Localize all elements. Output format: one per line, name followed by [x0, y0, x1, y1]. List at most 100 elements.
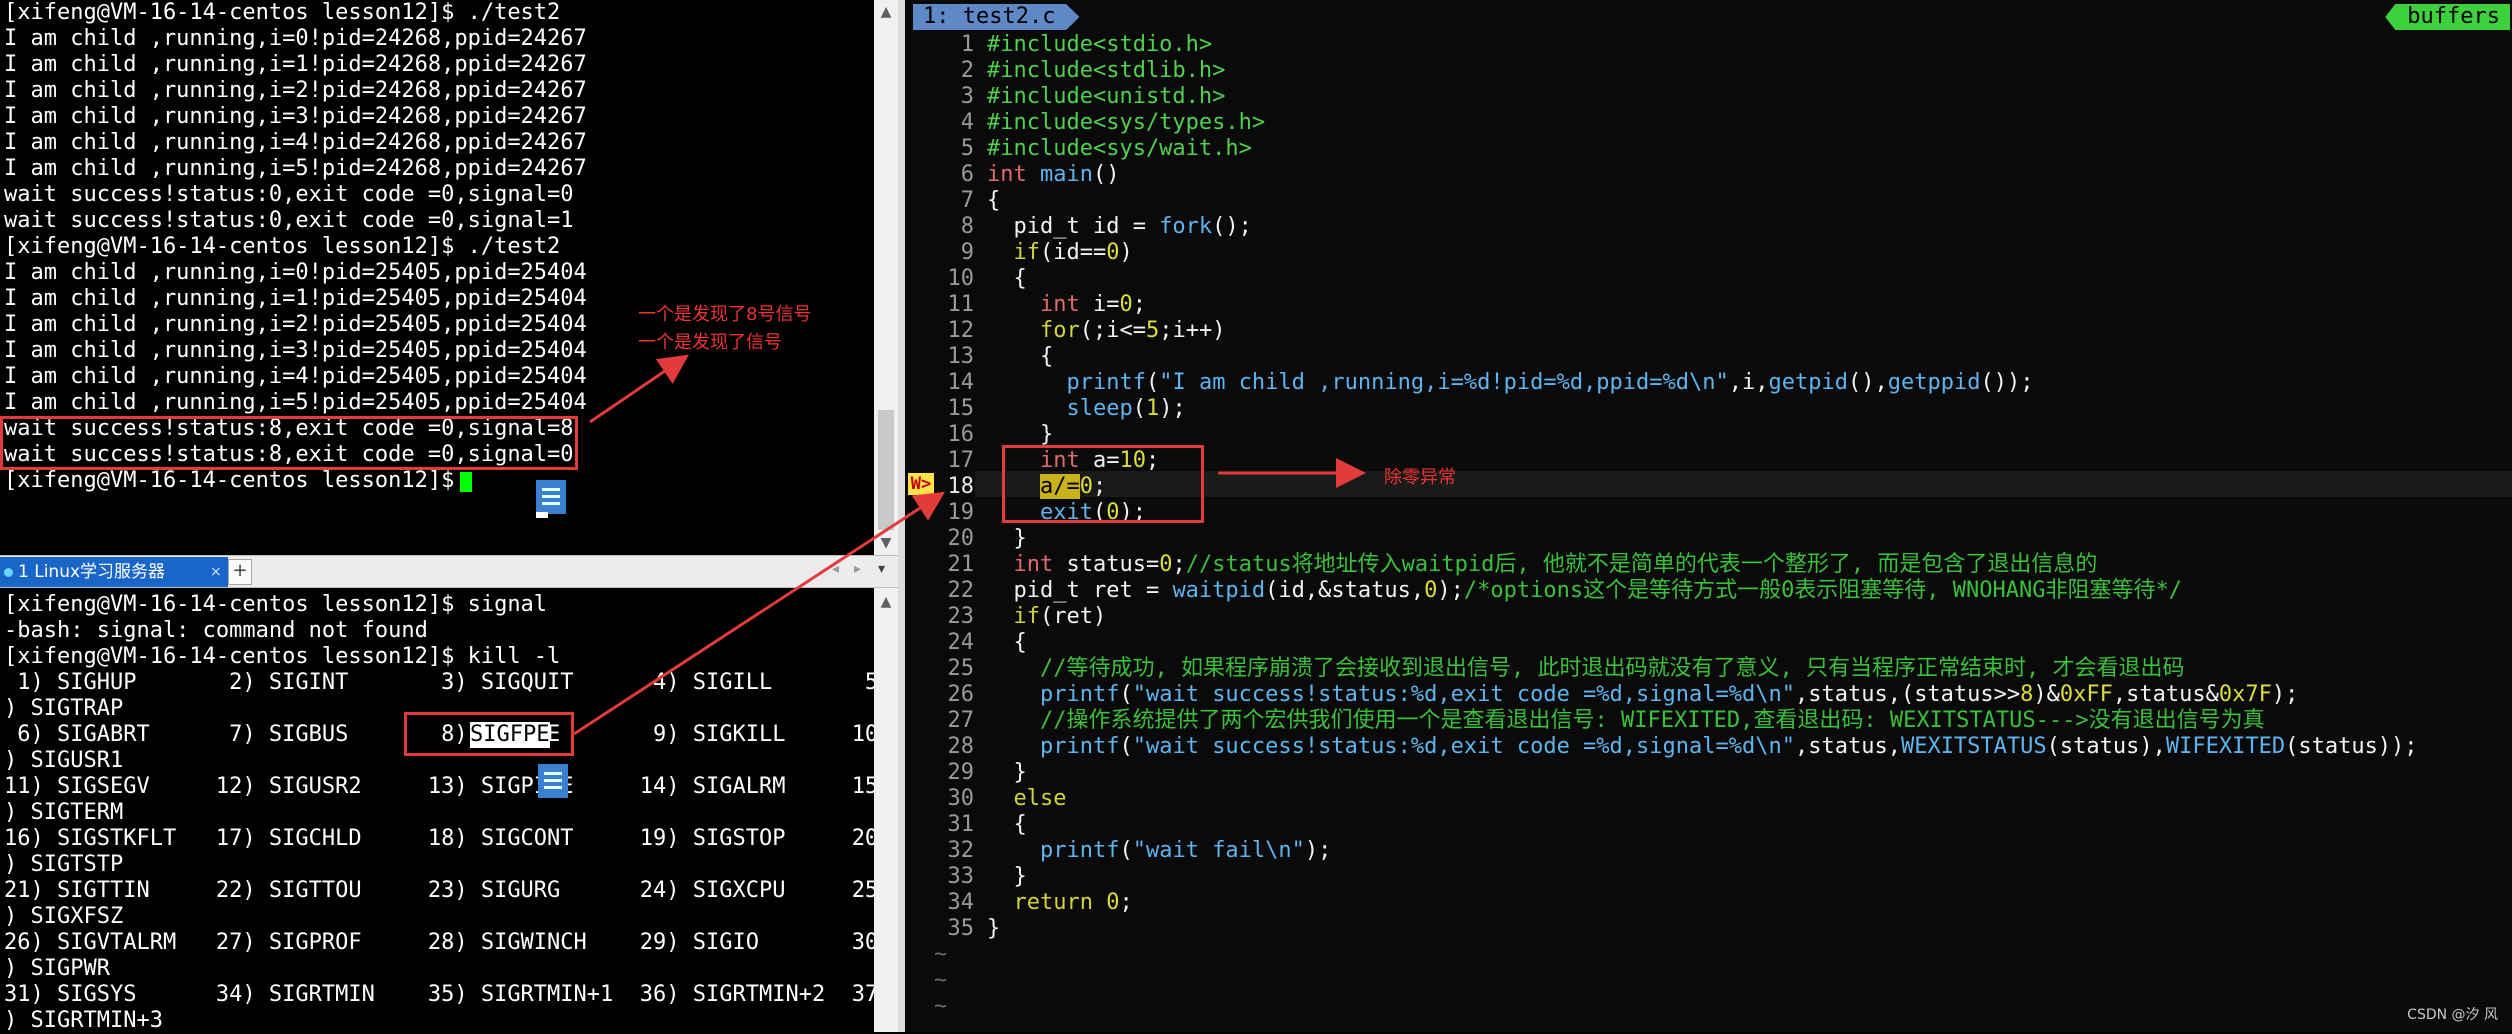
terminal-line: [xifeng@VM-16-14-centos lesson12]$ signa…	[4, 592, 548, 617]
scroll-down-arrow-icon[interactable]: ▼	[874, 533, 898, 553]
line-number: 34	[947, 890, 975, 915]
terminal-line: I am child ,running,i=1!pid=25405,ppid=2…	[4, 286, 587, 311]
annotation-signal: 一个是发现了信号	[638, 332, 782, 353]
line-number: 8	[960, 214, 974, 239]
terminal-line: I am child ,running,i=3!pid=25405,ppid=2…	[4, 338, 587, 363]
line-number: 14	[947, 370, 975, 395]
terminal-line: I am child ,running,i=4!pid=24268,ppid=2…	[4, 130, 587, 155]
terminal-line: [xifeng@VM-16-14-centos lesson12]$ kill …	[4, 644, 561, 669]
file-icon	[536, 480, 566, 518]
code-line: //操作系统提供了两个宏供我们使用一个是查看退出信号: WIFEXITED,查看…	[1039, 708, 2265, 733]
terminal-line: 11) SIGSEGV 12) SIGUSR2 13) SIGPIPE 14) …	[4, 774, 879, 799]
code-line: printf("wait success!status:%d,exit code…	[1039, 734, 2418, 759]
terminal-line: I am child ,running,i=2!pid=24268,ppid=2…	[4, 78, 587, 103]
line-number: 21	[947, 552, 975, 577]
editor-tab[interactable]: 1: test2.c	[913, 4, 1080, 30]
terminal-top[interactable]: [xifeng@VM-16-14-centos lesson12]$ ./tes…	[0, 0, 874, 555]
terminal-line: 1) SIGHUP 2) SIGINT 3) SIGQUIT 4) SIGILL…	[4, 670, 879, 695]
scrollbar-thumb[interactable]	[878, 410, 894, 530]
new-tab-button[interactable]: +	[228, 559, 252, 585]
tab-prev-icon[interactable]: ◂	[832, 561, 839, 577]
terminal-line: ) SIGPWR	[4, 956, 110, 981]
highlight-box-divzero	[1002, 445, 1204, 523]
empty-line-tilde: ~	[934, 994, 948, 1019]
terminal-line: wait success!status:0,exit code =0,signa…	[4, 208, 574, 233]
line-number: 15	[947, 396, 975, 421]
code-line: int i=0;	[1039, 292, 1146, 317]
terminal-line: ) SIGTRAP	[4, 696, 124, 721]
code-line: return 0;	[1013, 890, 1133, 915]
session-tab-label: 1 Linux学习服务器	[18, 562, 166, 582]
terminal-line: I am child ,running,i=3!pid=24268,ppid=2…	[4, 104, 587, 129]
line-number: 13	[947, 344, 975, 369]
line-number: 10	[947, 266, 975, 291]
terminal-line: I am child ,running,i=2!pid=25405,ppid=2…	[4, 312, 587, 337]
code-line: }	[987, 526, 1027, 551]
code-line: printf("wait success!status:%d,exit code…	[1039, 682, 2299, 707]
terminal-line: ) SIGTSTP	[4, 852, 124, 877]
code-line: #include<sys/types.h>	[987, 110, 1266, 135]
code-line: printf("wait fail\n");	[1039, 838, 1332, 863]
code-line: if(ret)	[1013, 604, 1107, 629]
line-number: 24	[947, 630, 975, 655]
line-number-current: 18	[947, 474, 975, 499]
line-number: 25	[947, 656, 975, 681]
terminal-line: ) SIGUSR1	[4, 748, 124, 773]
line-number: 11	[947, 292, 975, 317]
pane-divider[interactable]	[898, 0, 905, 1032]
code-line: {	[987, 630, 1027, 655]
line-number: 20	[947, 526, 975, 551]
scroll-up-arrow-icon[interactable]: ▲	[874, 2, 898, 22]
code-line: {	[987, 812, 1027, 837]
line-number: 19	[947, 500, 975, 525]
terminal-line: [xifeng@VM-16-14-centos lesson12]$ ./tes…	[4, 234, 561, 259]
line-number: 16	[947, 422, 975, 447]
code-line: }	[987, 916, 1001, 941]
terminal-line: I am child ,running,i=5!pid=25405,ppid=2…	[4, 390, 587, 415]
terminal-bottom[interactable]: [xifeng@VM-16-14-centos lesson12]$ signa…	[0, 588, 878, 1033]
line-number: 2	[960, 58, 974, 83]
code-line: #include<stdlib.h>	[987, 58, 1226, 83]
line-number: 9	[960, 240, 974, 265]
line-number: 35	[947, 916, 975, 941]
terminal-cursor	[460, 472, 472, 492]
line-number: 3	[960, 84, 974, 109]
line-number: 4	[960, 110, 974, 135]
code-line: for(;i<=5;i++)	[1039, 318, 1226, 343]
code-line: pid_t ret = waitpid(id,&status,0);/*opti…	[987, 578, 2183, 603]
terminal-line: I am child ,running,i=5!pid=24268,ppid=2…	[4, 156, 587, 181]
watermark: CSDN @汐 风	[2407, 1007, 2498, 1023]
line-number: 12	[947, 318, 975, 343]
terminal-line: I am child ,running,i=4!pid=25405,ppid=2…	[4, 364, 587, 389]
terminal-line: 16) SIGSTKFLT 17) SIGCHLD 18) SIGCONT 19…	[4, 826, 879, 851]
code-line: }	[987, 864, 1027, 889]
code-line: if(id==0)	[1013, 240, 1133, 265]
terminal-line: I am child ,running,i=0!pid=24268,ppid=2…	[4, 26, 587, 51]
connection-status-icon	[4, 568, 13, 577]
close-icon[interactable]: ×	[210, 557, 222, 587]
tab-menu-icon[interactable]: ▾	[878, 561, 885, 577]
code-line: else	[1013, 786, 1067, 811]
terminal-line: 21) SIGTTIN 22) SIGTTOU 23) SIGURG 24) S…	[4, 878, 879, 903]
terminal-line: -bash: signal: command not found	[4, 618, 428, 643]
session-tab-bar: 1 Linux学习服务器 × + ◂ ▸ ▾	[0, 555, 898, 588]
terminal-bottom-scrollbar[interactable]	[874, 588, 898, 1032]
tab-next-icon[interactable]: ▸	[854, 561, 861, 577]
line-number: 1	[960, 32, 974, 57]
code-line: //等待成功, 如果程序崩溃了会接收到退出信号, 此时退出码就没有了意义, 只有…	[1039, 656, 2185, 681]
scroll-up-arrow-icon[interactable]: ▲	[874, 592, 898, 612]
highlight-box-status8	[0, 416, 578, 470]
line-number: 27	[947, 708, 975, 733]
terminal-line: wait success!status:0,exit code =0,signa…	[4, 182, 574, 207]
session-tab[interactable]: 1 Linux学习服务器 ×	[0, 557, 228, 587]
code-line: {	[987, 266, 1027, 291]
terminal-line: ) SIGRTMIN+3	[4, 1008, 163, 1033]
terminal-prompt: [xifeng@VM-16-14-centos lesson12]$	[4, 468, 468, 493]
annotation-divzero: 除零异常	[1384, 467, 1456, 488]
terminal-line: 26) SIGVTALRM 27) SIGPROF 28) SIGWINCH 2…	[4, 930, 879, 955]
code-line: #include<sys/wait.h>	[987, 136, 1252, 161]
line-number: 28	[947, 734, 975, 759]
line-number: 33	[947, 864, 975, 889]
code-line: pid_t id = fork();	[987, 214, 1252, 239]
line-number: 5	[960, 136, 974, 161]
